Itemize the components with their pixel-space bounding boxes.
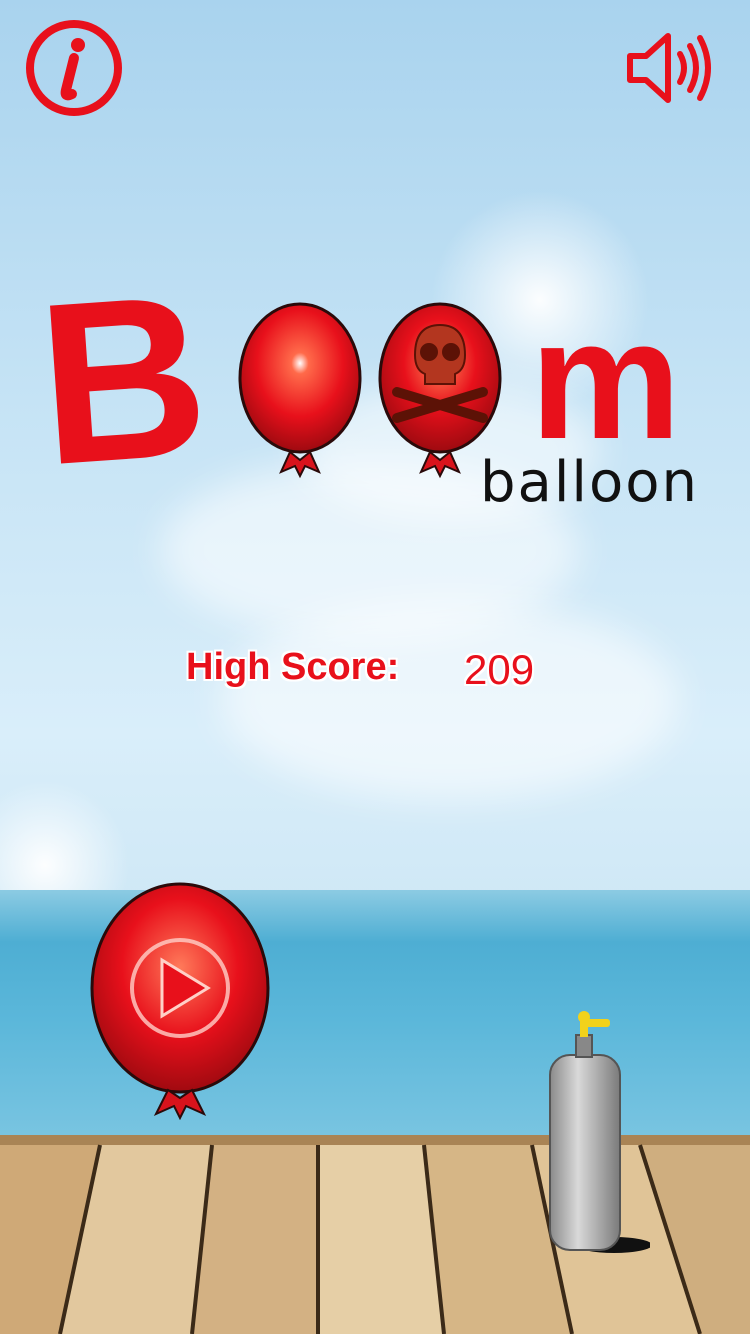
info-button[interactable] bbox=[24, 18, 124, 118]
info-icon bbox=[60, 38, 85, 101]
logo-letter-b: B bbox=[31, 245, 215, 514]
sound-button[interactable] bbox=[624, 18, 724, 118]
play-button[interactable] bbox=[88, 880, 272, 1120]
high-score-label: High Score: bbox=[186, 646, 400, 688]
logo-subtitle: balloon bbox=[480, 450, 699, 515]
speaker-icon bbox=[627, 33, 711, 103]
game-logo: B m balloon bbox=[30, 246, 720, 520]
high-score-value: 209 bbox=[464, 646, 535, 693]
game-menu-screen: B m balloon High Score: 209 bbox=[0, 0, 750, 1334]
logo-letter-m: m bbox=[530, 285, 682, 475]
cloud bbox=[220, 600, 680, 800]
logo-balloon-o bbox=[238, 302, 362, 479]
gas-tank-icon bbox=[549, 1011, 650, 1253]
